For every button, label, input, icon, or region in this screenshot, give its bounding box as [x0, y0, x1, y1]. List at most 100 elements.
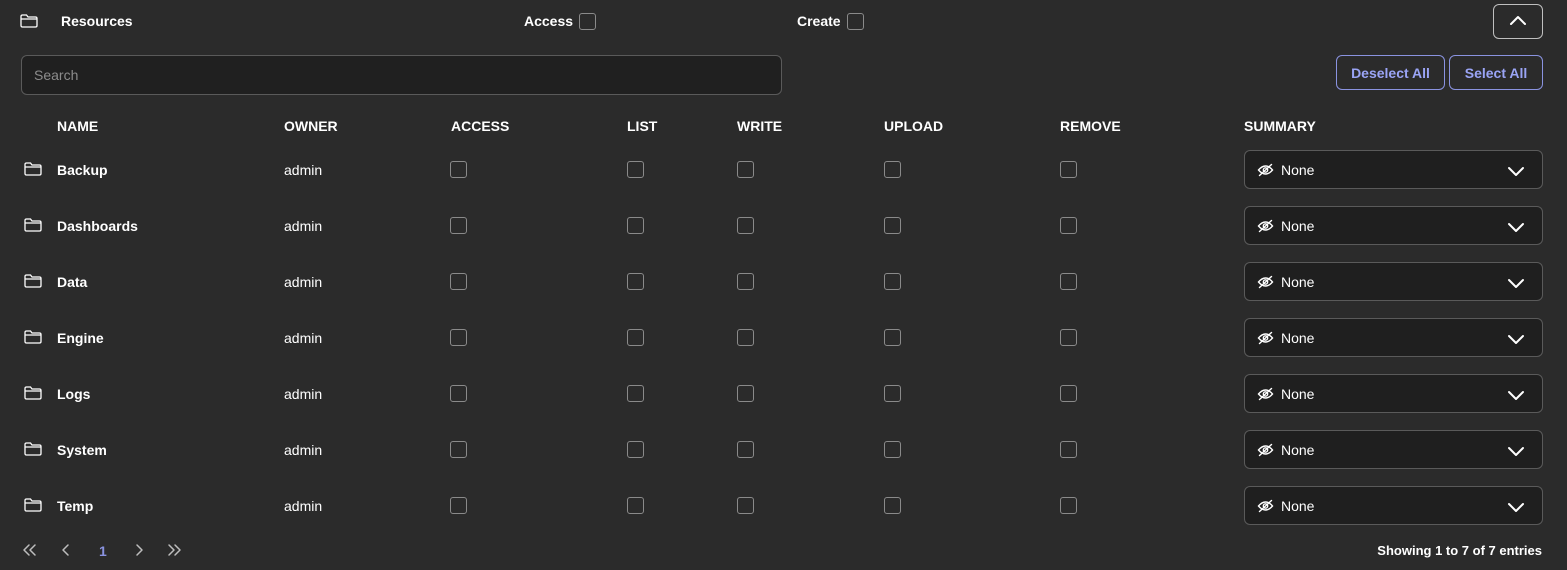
- write-checkbox[interactable]: [737, 441, 754, 458]
- folder-icon: [24, 442, 42, 461]
- folder-icon: [24, 274, 42, 293]
- eye-off-icon: [1257, 387, 1274, 406]
- remove-checkbox[interactable]: [1060, 497, 1077, 514]
- create-all-checkbox[interactable]: [847, 13, 864, 30]
- remove-checkbox[interactable]: [1060, 273, 1077, 290]
- table-row: Data admin None: [0, 262, 1567, 318]
- column-header-owner: OWNER: [284, 118, 338, 134]
- upload-checkbox[interactable]: [884, 497, 901, 514]
- access-checkbox[interactable]: [450, 385, 467, 402]
- resource-name: System: [57, 442, 107, 458]
- upload-checkbox[interactable]: [884, 441, 901, 458]
- summary-select[interactable]: None: [1244, 206, 1543, 245]
- list-checkbox[interactable]: [627, 273, 644, 290]
- list-checkbox[interactable]: [627, 441, 644, 458]
- write-checkbox[interactable]: [737, 497, 754, 514]
- deselect-all-button[interactable]: Deselect All: [1336, 55, 1445, 90]
- column-header-upload: UPLOAD: [884, 118, 944, 134]
- column-header-access: ACCESS: [451, 118, 510, 134]
- summary-select[interactable]: None: [1244, 430, 1543, 469]
- eye-off-icon: [1257, 163, 1274, 182]
- summary-select[interactable]: None: [1244, 374, 1543, 413]
- next-page-icon[interactable]: [134, 543, 144, 562]
- column-header-remove: REMOVE: [1060, 118, 1121, 134]
- search-input[interactable]: [21, 55, 782, 95]
- chevron-down-icon: [1507, 444, 1525, 462]
- collapse-button[interactable]: [1493, 4, 1543, 39]
- write-checkbox[interactable]: [737, 217, 754, 234]
- chevron-down-icon: [1507, 220, 1525, 238]
- list-checkbox[interactable]: [627, 385, 644, 402]
- eye-off-icon: [1257, 331, 1274, 350]
- resource-name: Dashboards: [57, 218, 138, 234]
- upload-checkbox[interactable]: [884, 385, 901, 402]
- resource-name: Backup: [57, 162, 108, 178]
- folder-icon: [24, 218, 42, 237]
- chevron-down-icon: [1507, 332, 1525, 350]
- resource-owner: admin: [284, 442, 323, 458]
- chevron-down-icon: [1507, 500, 1525, 518]
- resource-owner: admin: [284, 386, 323, 402]
- summary-select[interactable]: None: [1244, 318, 1543, 357]
- resource-owner: admin: [284, 330, 323, 346]
- access-checkbox[interactable]: [450, 273, 467, 290]
- table-row: Engine admin None: [0, 318, 1567, 374]
- chevron-down-icon: [1507, 388, 1525, 406]
- summary-select[interactable]: None: [1244, 262, 1543, 301]
- resource-name: Temp: [57, 498, 94, 514]
- chevron-down-icon: [1507, 276, 1525, 294]
- access-checkbox[interactable]: [450, 497, 467, 514]
- list-checkbox[interactable]: [627, 329, 644, 346]
- summary-select[interactable]: None: [1244, 486, 1543, 525]
- table-row: Temp admin None: [0, 486, 1567, 542]
- summary-value: None: [1281, 442, 1315, 458]
- resource-owner: admin: [284, 218, 323, 234]
- last-page-icon[interactable]: [167, 543, 183, 562]
- folder-icon: [24, 330, 42, 349]
- list-checkbox[interactable]: [627, 161, 644, 178]
- folder-icon: [20, 14, 38, 33]
- resource-name: Engine: [57, 330, 104, 346]
- upload-checkbox[interactable]: [884, 273, 901, 290]
- eye-off-icon: [1257, 499, 1274, 518]
- upload-checkbox[interactable]: [884, 329, 901, 346]
- access-checkbox[interactable]: [450, 217, 467, 234]
- access-checkbox[interactable]: [450, 441, 467, 458]
- summary-value: None: [1281, 498, 1315, 514]
- entries-summary: Showing 1 to 7 of 7 entries: [1377, 543, 1542, 558]
- summary-value: None: [1281, 330, 1315, 346]
- summary-value: None: [1281, 386, 1315, 402]
- summary-value: None: [1281, 162, 1315, 178]
- upload-checkbox[interactable]: [884, 217, 901, 234]
- remove-checkbox[interactable]: [1060, 441, 1077, 458]
- remove-checkbox[interactable]: [1060, 385, 1077, 402]
- resources-header: Resources Access Create: [0, 0, 1567, 44]
- list-checkbox[interactable]: [627, 497, 644, 514]
- remove-checkbox[interactable]: [1060, 217, 1077, 234]
- first-page-icon[interactable]: [21, 543, 37, 562]
- chevron-down-icon: [1507, 164, 1525, 182]
- access-all-checkbox[interactable]: [579, 13, 596, 30]
- select-all-button[interactable]: Select All: [1449, 55, 1543, 90]
- remove-checkbox[interactable]: [1060, 161, 1077, 178]
- previous-page-icon[interactable]: [61, 543, 71, 562]
- upload-checkbox[interactable]: [884, 161, 901, 178]
- column-header-write: WRITE: [737, 118, 783, 134]
- eye-off-icon: [1257, 443, 1274, 462]
- write-checkbox[interactable]: [737, 385, 754, 402]
- summary-value: None: [1281, 218, 1315, 234]
- write-checkbox[interactable]: [737, 273, 754, 290]
- access-checkbox[interactable]: [450, 329, 467, 346]
- write-checkbox[interactable]: [737, 329, 754, 346]
- page-number-current[interactable]: 1: [99, 543, 107, 559]
- folder-icon: [24, 162, 42, 181]
- resource-owner: admin: [284, 274, 323, 290]
- chevron-up-icon: [1509, 14, 1527, 29]
- remove-checkbox[interactable]: [1060, 329, 1077, 346]
- list-checkbox[interactable]: [627, 217, 644, 234]
- write-checkbox[interactable]: [737, 161, 754, 178]
- create-all-label: Create: [797, 13, 841, 29]
- column-header-list: LIST: [627, 118, 658, 134]
- summary-select[interactable]: None: [1244, 150, 1543, 189]
- access-checkbox[interactable]: [450, 161, 467, 178]
